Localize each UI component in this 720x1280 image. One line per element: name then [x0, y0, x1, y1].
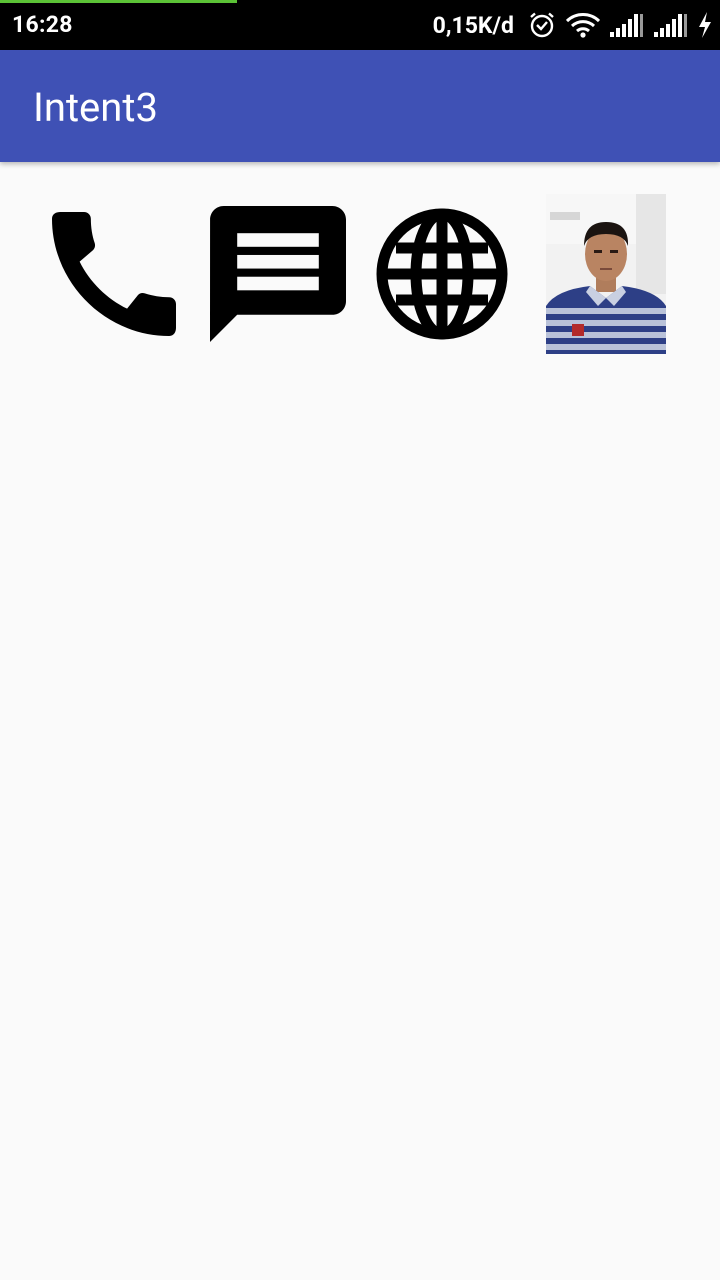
wifi-icon [566, 12, 600, 38]
globe-icon[interactable] [374, 206, 510, 342]
phone-icon[interactable] [52, 212, 176, 336]
network-speed: 0,15K/d [432, 11, 514, 39]
app-title: Intent3 [33, 84, 158, 131]
alarm-icon [528, 11, 556, 39]
app-bar: Intent3 [0, 50, 720, 162]
message-icon[interactable] [210, 206, 346, 342]
profile-photo[interactable] [546, 194, 666, 354]
status-bar: 16:28 0,15K/d [0, 0, 720, 50]
signal-icon [610, 13, 644, 37]
status-icons: 0,15K/d [433, 8, 712, 42]
loading-progress-line [0, 0, 237, 3]
status-time: 16:28 [12, 11, 73, 38]
signal-icon [654, 13, 688, 37]
screen: 16:28 0,15K/d Intent3 [0, 0, 720, 1280]
charging-icon [698, 12, 712, 38]
